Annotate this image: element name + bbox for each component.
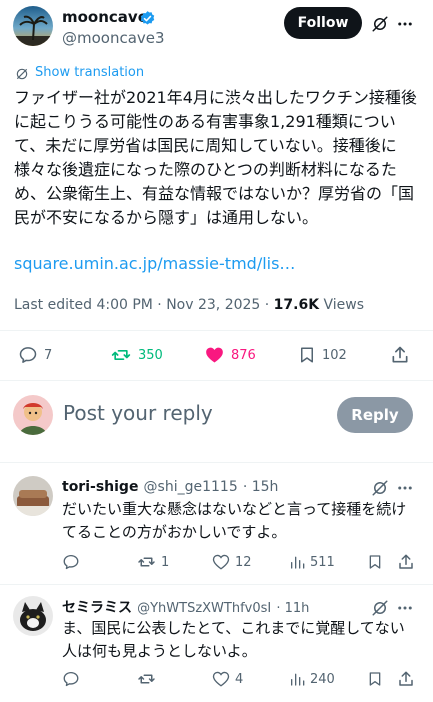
views-count: 240: [310, 671, 335, 687]
bookmark-icon[interactable]: [366, 669, 384, 689]
reply-author-handle[interactable]: @shi_ge1115: [144, 479, 238, 495]
divider: [0, 380, 433, 381]
reply-submit-button[interactable]: Reply: [337, 397, 413, 433]
like-icon: [212, 553, 230, 571]
reply-input[interactable]: Post your reply: [63, 401, 323, 425]
like-count: 4: [235, 671, 244, 687]
divider: [0, 462, 433, 463]
reply-like-action[interactable]: 12: [212, 552, 252, 572]
reply-icon: [62, 553, 80, 571]
reply-action[interactable]: 7: [18, 344, 52, 366]
author-avatar[interactable]: [13, 6, 53, 46]
views-label: Views: [319, 297, 365, 313]
show-translation-link[interactable]: Show translation: [35, 65, 144, 80]
tweet-link[interactable]: square.umin.ac.jp/massie-tmd/lis…: [14, 254, 295, 273]
like-count: 876: [231, 347, 256, 363]
grok-icon[interactable]: [370, 478, 390, 498]
translate-icon: [14, 66, 30, 82]
more-icon[interactable]: [395, 14, 415, 34]
more-icon[interactable]: [395, 598, 415, 618]
reply-like-action[interactable]: 4: [212, 669, 243, 689]
views-icon: [289, 670, 305, 688]
reply-header: セミラミス @YhWTSzXWThfv0sI · 11h: [62, 597, 309, 617]
reply-views-action[interactable]: 511: [289, 552, 335, 572]
verified-badge-icon: [138, 9, 156, 27]
reply-author-name[interactable]: tori-shige: [62, 479, 138, 495]
like-count: 12: [235, 554, 252, 570]
repost-count: 350: [138, 347, 163, 363]
reply-icon: [18, 345, 38, 365]
reply-views-action[interactable]: 240: [289, 669, 335, 689]
reply-count: 7: [44, 347, 53, 363]
repost-icon: [137, 553, 156, 571]
reply-author-name[interactable]: セミラミス: [62, 600, 132, 616]
reply-avatar[interactable]: [13, 476, 53, 516]
current-user-avatar[interactable]: [13, 395, 53, 435]
edited-timestamp[interactable]: Last edited 4:00 PM · Nov 23, 2025 ·: [14, 297, 274, 313]
reply-time[interactable]: · 15h: [243, 479, 279, 495]
more-icon[interactable]: [395, 478, 415, 498]
reply-text: ま、国民に公表したとて、これまでに覚醒してない人は何も見ようとしないよ。: [62, 619, 405, 660]
like-action[interactable]: 876: [204, 344, 256, 366]
author-handle[interactable]: @mooncave3: [62, 29, 165, 47]
views-icon: [289, 553, 305, 571]
share-icon[interactable]: [396, 552, 416, 572]
bookmark-action[interactable]: 102: [298, 344, 347, 366]
follow-button[interactable]: Follow: [284, 7, 362, 39]
author-name[interactable]: mooncave: [62, 8, 148, 26]
divider: [0, 584, 433, 585]
tweet-meta: Last edited 4:00 PM · Nov 23, 2025 · 17.…: [14, 297, 364, 313]
grok-icon[interactable]: [370, 14, 390, 34]
repost-count: 1: [161, 554, 170, 570]
bookmark-icon: [298, 345, 316, 365]
reply-icon: [62, 670, 80, 688]
divider: [0, 330, 433, 331]
reply-reply-action[interactable]: [62, 552, 85, 572]
repost-icon: [137, 670, 156, 688]
reply-reply-action[interactable]: [62, 669, 85, 689]
like-icon: [204, 345, 225, 365]
like-icon: [212, 670, 230, 688]
reply-header: tori-shige @shi_ge1115 · 15h: [62, 476, 278, 495]
reply-repost-action[interactable]: 1: [137, 552, 169, 572]
bookmark-count: 102: [322, 347, 347, 363]
reply-author-handle[interactable]: @YhWTSzXWThfv0sI: [137, 601, 271, 616]
bookmark-icon[interactable]: [366, 552, 384, 572]
reply-text: だいたい重大な懸念はないなどと言って接種を続けてることの方がおかしいですよ。: [62, 500, 407, 541]
tweet-text: ファイザー社が2021年4月に渋々出したワクチン接種後に起こりうる可能性のある有…: [14, 88, 417, 227]
repost-icon: [110, 345, 132, 365]
views-count: 17.6K: [273, 297, 320, 313]
reply-submit-label: Reply: [351, 406, 399, 424]
reply-repost-action[interactable]: [137, 669, 161, 689]
share-icon[interactable]: [396, 669, 416, 689]
reply-time[interactable]: · 11h: [276, 601, 309, 616]
follow-button-label: Follow: [297, 15, 349, 31]
views-count: 511: [310, 554, 335, 570]
grok-icon[interactable]: [370, 598, 390, 618]
share-icon[interactable]: [389, 344, 411, 366]
repost-action[interactable]: 350: [110, 344, 163, 366]
reply-avatar[interactable]: [13, 596, 53, 636]
